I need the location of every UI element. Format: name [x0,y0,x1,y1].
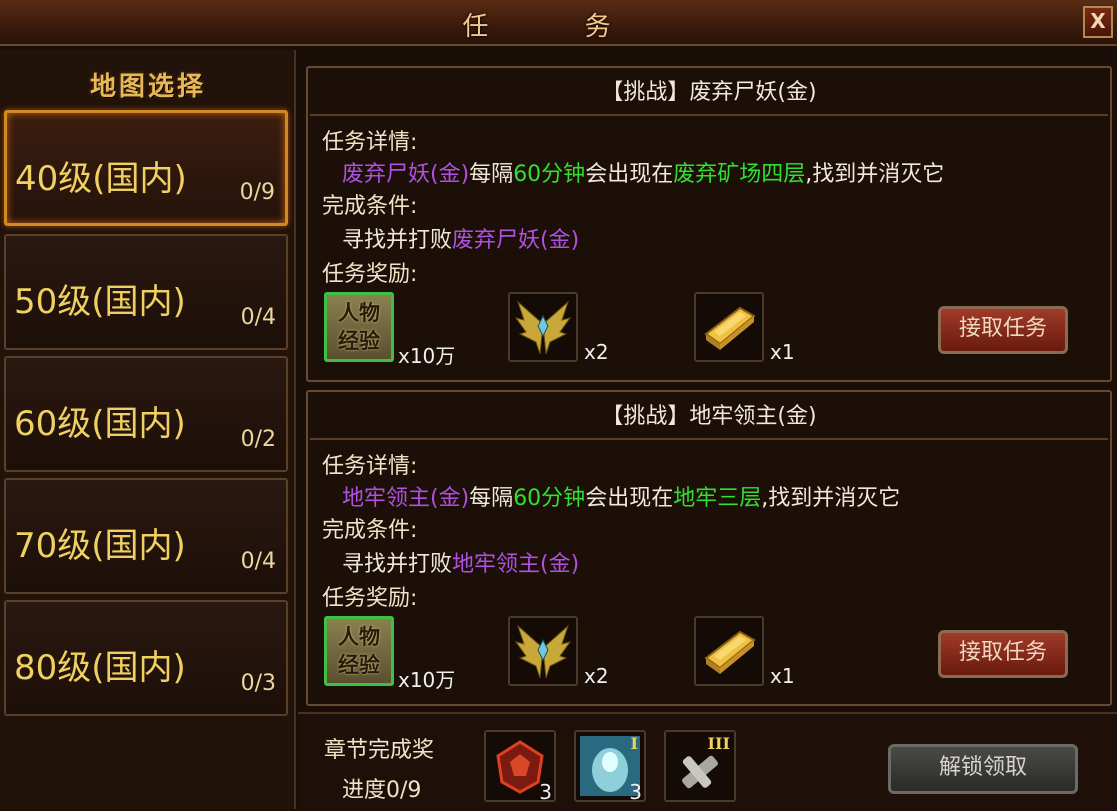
reward-qty: x1 [770,664,795,688]
map-item-80[interactable]: 80级(国内) 0/3 [4,600,288,716]
tier-label: I [630,734,638,753]
divider [310,438,1108,440]
map-item-count: 0/3 [240,671,276,696]
map-item-label: 70级(国内) [14,526,186,566]
monster-name: 地牢领主(金) [452,552,580,577]
reward-label: 任务奖励: [322,586,418,611]
condition-label: 完成条件: [322,518,418,543]
monster-name: 废弃尸妖(金) [452,228,580,253]
exp-icon-text: 人物 经验 [327,299,391,355]
map-item-50[interactable]: 50级(国内) 0/4 [4,234,288,350]
item-qty: 3 [539,780,552,804]
map-item-label: 80级(国内) [14,648,186,688]
detail-fragment: ,找到并消灭它 [761,486,901,511]
reward-qty: x1 [770,340,795,364]
wings-icon[interactable] [508,616,578,686]
spirit-crystal-icon[interactable]: I 3 [574,730,646,804]
chapter-reward-label: 章节完成奖 [324,738,435,763]
title-bar: 任 务 X [0,0,1117,46]
map-item-count: 0/2 [240,427,276,452]
map-select-header: 地图选择 [89,72,206,102]
exp-text-2: 经验 [338,653,380,677]
accept-quest-button[interactable]: 接取任务 [938,306,1068,354]
map-item-label: 50级(国内) [14,282,186,322]
tier-label: III [707,734,730,753]
detail-fragment: 每隔 [469,162,514,187]
wings-icon[interactable] [508,292,578,362]
monster-name: 地牢领主(金) [342,486,470,511]
exp-text-2: 经验 [338,329,380,353]
detail-label: 任务详情: [322,130,418,155]
detail-fragment: ,找到并消灭它 [805,162,945,187]
divider [310,114,1108,116]
condition-text: 寻找并打败废弃尸妖(金) [342,222,579,254]
condition-label: 完成条件: [322,194,418,219]
reward-label: 任务奖励: [322,262,418,287]
exp-text-1: 人物 [338,301,380,325]
red-gem-icon[interactable]: 3 [484,730,556,804]
gold-bar-icon[interactable] [694,616,764,686]
close-button[interactable]: X [1083,6,1113,38]
exp-icon[interactable]: 人物 经验 [324,616,394,686]
detail-fragment: 每隔 [469,486,514,511]
reward-qty: x10万 [398,344,456,368]
quest-card: 【挑战】废弃尸妖(金) 任务详情: 废弃尸妖(金)每隔60分钟会出现在废弃矿场四… [306,66,1112,382]
map-item-40[interactable]: 40级(国内) 0/9 [4,110,288,226]
detail-text: 地牢领主(金)每隔60分钟会出现在地牢三层,找到并消灭它 [342,480,900,512]
gold-bar-icon[interactable] [694,292,764,362]
accept-quest-button[interactable]: 接取任务 [938,630,1068,678]
condition-prefix: 寻找并打败 [342,228,453,253]
detail-text: 废弃尸妖(金)每隔60分钟会出现在废弃矿场四层,找到并消灭它 [342,156,944,188]
map-item-label: 40级(国内) [15,159,187,199]
quest-title: 【挑战】废弃尸妖(金) [601,80,817,105]
map-item-count: 0/9 [239,180,275,205]
detail-fragment: 会出现在 [585,486,674,511]
map-item-count: 0/4 [240,305,276,330]
detail-fragment: 会出现在 [585,162,674,187]
condition-prefix: 寻找并打败 [342,552,453,577]
unlock-claim-button[interactable]: 解锁领取 [888,744,1078,794]
interval: 60分钟 [513,486,586,511]
location: 地牢三层 [673,486,762,511]
map-item-label: 60级(国内) [14,404,186,444]
item-qty: 3 [629,780,642,804]
map-item-60[interactable]: 60级(国内) 0/2 [4,356,288,472]
reward-qty: x2 [584,664,609,688]
hammer-scroll-icon[interactable]: III [664,730,736,802]
monster-name: 废弃尸妖(金) [342,162,470,187]
chapter-progress: 进度0/9 [342,778,422,803]
chapter-reward-bar: 章节完成奖 进度0/9 3 I 3 III 解锁领取 [298,712,1117,811]
quest-title: 【挑战】地牢领主(金) [601,404,817,429]
exp-icon-text: 人物 经验 [327,623,391,679]
exp-text-1: 人物 [338,625,380,649]
exp-icon[interactable]: 人物 经验 [324,292,394,362]
window-title: 任 务 [462,12,655,42]
location: 废弃矿场四层 [673,162,806,187]
reward-qty: x2 [584,340,609,364]
reward-qty: x10万 [398,668,456,692]
detail-label: 任务详情: [322,454,418,479]
condition-text: 寻找并打败地牢领主(金) [342,546,579,578]
map-item-70[interactable]: 70级(国内) 0/4 [4,478,288,594]
map-item-count: 0/4 [240,549,276,574]
quest-card: 【挑战】地牢领主(金) 任务详情: 地牢领主(金)每隔60分钟会出现在地牢三层,… [306,390,1112,706]
interval: 60分钟 [513,162,586,187]
